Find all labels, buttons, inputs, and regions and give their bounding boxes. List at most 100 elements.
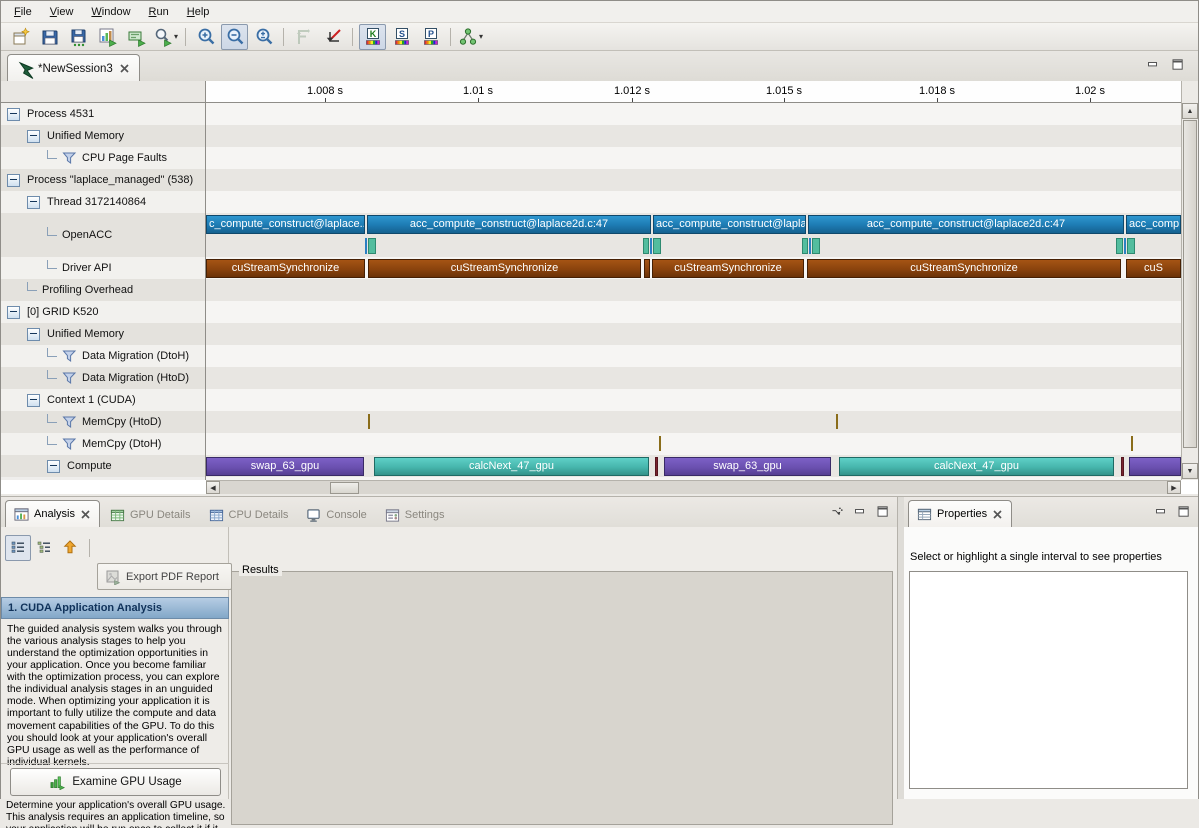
openacc-interval[interactable]: acc_compute_construct@laplace... — [653, 215, 806, 234]
kernel-interval[interactable] — [1121, 457, 1124, 476]
driver-api-interval[interactable]: cuS — [1126, 259, 1181, 278]
scroll-left-icon[interactable]: ◀ — [206, 481, 220, 494]
driver-api-interval[interactable]: cuStreamSynchronize — [652, 259, 804, 278]
memcpy-htod-interval[interactable] — [836, 414, 838, 429]
dependency-view-button[interactable]: ▾ — [457, 24, 484, 50]
openacc-marker[interactable] — [365, 238, 367, 254]
collapse-toggle-icon[interactable] — [7, 174, 20, 187]
dependency-view-dropdown-caret[interactable]: ▾ — [479, 32, 483, 41]
session-tab[interactable]: *NewSession3 — [7, 54, 140, 82]
tab-analysis[interactable]: Analysis — [5, 500, 100, 528]
timeline-row-process-laplace-managed-538[interactable]: Process "laplace_managed" (538) — [1, 169, 205, 191]
kernel-interval[interactable]: swap_63_gpu — [206, 457, 364, 476]
openacc-marker[interactable] — [650, 238, 652, 254]
menu-view[interactable]: View — [41, 3, 83, 21]
menu-window[interactable]: Window — [82, 3, 139, 21]
run-analysis-dropdown-caret[interactable]: ▾ — [174, 32, 178, 41]
openacc-marker[interactable] — [802, 238, 808, 254]
timeline-row-compute[interactable]: Compute — [1, 455, 205, 477]
vertical-scroll-thumb[interactable] — [1183, 120, 1197, 448]
unguided-analysis-list-button[interactable] — [31, 535, 57, 561]
tab-cpu-details[interactable]: CPU Details — [201, 503, 297, 527]
collapse-analysis-button[interactable] — [57, 535, 83, 561]
openacc-interval[interactable]: c_compute_construct@laplace... — [206, 215, 365, 234]
collapse-toggle-icon[interactable] — [27, 130, 40, 143]
timeline-row-context-1-cuda[interactable]: Context 1 (CUDA) — [1, 389, 205, 411]
examine-gpu-usage-button[interactable]: Examine GPU Usage — [10, 768, 221, 796]
minimize-icon[interactable] — [1146, 58, 1159, 71]
timeline-row-process-4531[interactable]: Process 4531 — [1, 103, 205, 125]
kernel-interval[interactable]: calcNext_47_gpu — [374, 457, 649, 476]
minimize-icon[interactable] — [853, 505, 866, 518]
timeline-row-memcpy-dtoh[interactable]: MemCpy (DtoH) — [1, 433, 205, 455]
scroll-right-icon[interactable]: ▶ — [1167, 481, 1181, 494]
save-timeline-button[interactable] — [65, 24, 92, 50]
zoom-out-button[interactable] — [221, 24, 248, 50]
kernel-interval[interactable]: swap_63_gpu — [664, 457, 831, 476]
zoom-fit-button[interactable] — [250, 24, 277, 50]
collapse-toggle-icon[interactable] — [7, 108, 20, 121]
timeline-row-data-migration-dtoh[interactable]: Data Migration (DtoH) — [1, 345, 205, 367]
timeline-row-openacc[interactable]: OpenACC — [1, 213, 205, 257]
driver-api-interval[interactable] — [644, 259, 650, 278]
timeline-row-data-migration-htod[interactable]: Data Migration (HtoD) — [1, 367, 205, 389]
tab-console[interactable]: Console — [298, 503, 374, 527]
profile-application-button[interactable] — [94, 24, 121, 50]
run-analysis-button[interactable]: ▾ — [152, 24, 179, 50]
minimize-icon[interactable] — [1154, 505, 1167, 518]
tab-gpu-details[interactable]: GPU Details — [102, 503, 199, 527]
collapse-toggle-icon[interactable] — [7, 306, 20, 319]
openacc-marker[interactable] — [809, 238, 811, 254]
openacc-marker[interactable] — [1116, 238, 1123, 254]
scroll-up-icon[interactable]: ▲ — [1182, 103, 1198, 119]
openacc-marker[interactable] — [1127, 238, 1135, 254]
maximize-icon[interactable] — [1177, 505, 1190, 518]
openacc-marker[interactable] — [368, 238, 376, 254]
timeline-row-thread-3172140864[interactable]: Thread 3172140864 — [1, 191, 205, 213]
close-icon[interactable] — [992, 509, 1003, 520]
driver-api-interval[interactable]: cuStreamSynchronize — [206, 259, 365, 278]
driver-api-interval[interactable]: cuStreamSynchronize — [807, 259, 1121, 278]
timeline-row-unified-memory[interactable]: Unified Memory — [1, 323, 205, 345]
collapse-toggle-icon[interactable] — [27, 328, 40, 341]
openacc-interval[interactable]: acc_compute_construct@laplace2d.c:47 — [367, 215, 651, 234]
menu-file[interactable]: File — [5, 3, 41, 21]
tab-settings[interactable]: Settings — [377, 503, 453, 527]
driver-api-interval[interactable]: cuStreamSynchronize — [368, 259, 641, 278]
openacc-interval[interactable]: acc_compute_construct@laplace2d.c:47 — [808, 215, 1124, 234]
goto-marker-button[interactable] — [319, 24, 346, 50]
menu-help[interactable]: Help — [178, 3, 219, 21]
zoom-in-button[interactable] — [192, 24, 219, 50]
close-icon[interactable] — [80, 509, 91, 520]
kernel-view-button[interactable]: K — [359, 24, 386, 50]
openacc-marker[interactable] — [643, 238, 649, 254]
horizontal-scroll-thumb[interactable] — [330, 482, 359, 494]
timeline-row-unified-memory[interactable]: Unified Memory — [1, 125, 205, 147]
openacc-marker[interactable] — [1124, 238, 1126, 254]
openacc-marker[interactable] — [653, 238, 661, 254]
timeline-row-driver-api[interactable]: Driver API — [1, 257, 205, 279]
timeline-ruler[interactable]: 1.008 s1.01 s1.012 s1.015 s1.018 s1.02 s — [206, 81, 1181, 103]
stream-view-button[interactable]: S — [388, 24, 415, 50]
kernel-interval[interactable] — [655, 457, 658, 476]
export-pdf-button[interactable]: Export PDF Report — [97, 563, 232, 590]
marker-ruler-button[interactable] — [290, 24, 317, 50]
vertical-scrollbar[interactable]: ▲ ▼ — [1181, 81, 1198, 480]
maximize-icon[interactable] — [1171, 58, 1184, 71]
kernel-interval[interactable] — [1129, 457, 1181, 476]
timeline-row-0-grid-k520[interactable]: [0] GRID K520 — [1, 301, 205, 323]
guided-analysis-list-button[interactable] — [5, 535, 31, 561]
memcpy-htod-interval[interactable] — [368, 414, 370, 429]
save-session-button[interactable] — [36, 24, 63, 50]
close-icon[interactable] — [119, 63, 130, 74]
rename-session-button[interactable] — [123, 24, 150, 50]
timeline-row-cpu-page-faults[interactable]: CPU Page Faults — [1, 147, 205, 169]
new-session-button[interactable] — [7, 24, 34, 50]
openacc-interval[interactable]: acc_comp — [1126, 215, 1181, 234]
process-view-button[interactable]: P — [417, 24, 444, 50]
timeline-row-memcpy-htod[interactable]: MemCpy (HtoD) — [1, 411, 205, 433]
menu-run[interactable]: Run — [140, 3, 178, 21]
timeline-row-profiling-overhead[interactable]: Profiling Overhead — [1, 279, 205, 301]
tab-properties[interactable]: Properties — [908, 500, 1012, 528]
kernel-interval[interactable]: calcNext_47_gpu — [839, 457, 1114, 476]
